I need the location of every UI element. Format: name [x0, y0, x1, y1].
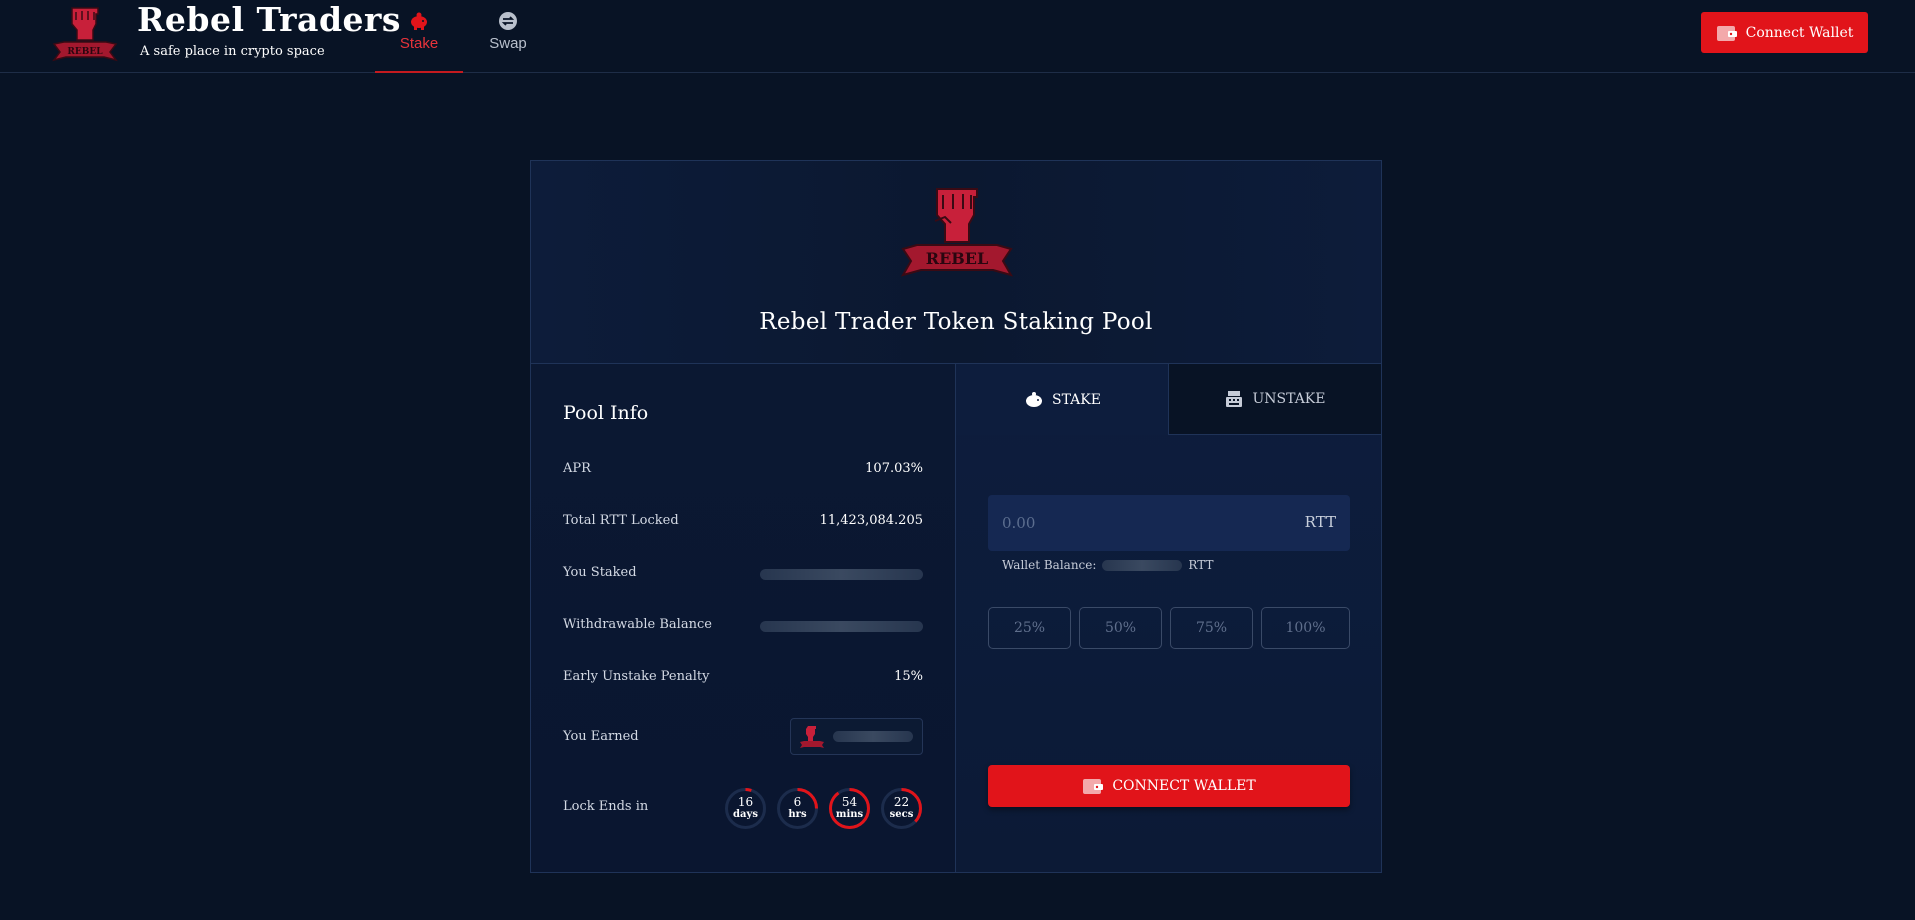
rebel-token-icon: [800, 726, 824, 748]
tab-stake-label: STAKE: [1052, 391, 1101, 408]
you-staked-label: You Staked: [563, 565, 637, 580]
total-locked-label: Total RTT Locked: [563, 513, 679, 528]
rebel-fist-logo-icon[interactable]: REBEL: [50, 2, 120, 66]
info-row-apr: APR 107.03%: [563, 457, 923, 481]
wallet-icon: [1083, 779, 1104, 794]
tab-unstake-label: UNSTAKE: [1252, 391, 1326, 407]
withdrawable-loading-placeholder: [760, 621, 923, 632]
nav-tab-stake[interactable]: Stake: [375, 0, 463, 73]
svg-text:REBEL: REBEL: [67, 47, 103, 57]
countdown-unit: hrs: [788, 809, 807, 820]
info-row-penalty: Early Unstake Penalty 15%: [563, 665, 923, 689]
wallet-balance-label: Wallet Balance:: [1002, 558, 1097, 572]
countdown-value: 54: [841, 795, 858, 809]
svg-text:REBEL: REBEL: [926, 249, 988, 268]
header-connect-wallet-label: Connect Wallet: [1745, 24, 1854, 41]
brand-title: Rebel Traders: [137, 0, 401, 39]
countdown-days: 16 days: [724, 787, 767, 830]
you-earned-loading-placeholder: [833, 731, 913, 742]
nav-tab-swap[interactable]: Swap: [464, 0, 552, 73]
cash-register-icon: [1226, 391, 1243, 407]
penalty-value: 15%: [894, 669, 923, 684]
countdown-hrs: 6 hrs: [776, 787, 819, 830]
top-header: REBEL Rebel Traders A safe place in cryp…: [0, 0, 1915, 73]
stake-amount-input[interactable]: [988, 495, 1288, 551]
amount-unit: RTT: [1304, 513, 1336, 531]
rebel-fist-logo-icon: REBEL: [900, 188, 1014, 277]
percent-100-button[interactable]: 100%: [1261, 607, 1350, 649]
countdown-unit: days: [733, 809, 758, 820]
tab-stake[interactable]: STAKE: [956, 364, 1169, 435]
percent-50-button[interactable]: 50%: [1079, 607, 1162, 649]
countdown-unit: mins: [835, 809, 864, 820]
countdown-secs: 22 secs: [880, 787, 923, 830]
connect-wallet-label: CONNECT WALLET: [1112, 778, 1256, 794]
info-row-lock-ends: Lock Ends in 16 days 6 hrs 54 mins 22 secs: [563, 788, 923, 829]
countdown-value: 16: [737, 795, 754, 809]
connect-wallet-button[interactable]: CONNECT WALLET: [988, 765, 1350, 807]
pool-info-title: Pool Info: [563, 402, 649, 424]
tab-unstake[interactable]: UNSTAKE: [1168, 364, 1381, 435]
countdown-unit: secs: [889, 809, 914, 820]
apr-value: 107.03%: [865, 461, 923, 476]
countdown-mins: 54 mins: [828, 787, 871, 830]
wallet-balance: Wallet Balance: RTT: [1002, 558, 1213, 572]
you-earned-label: You Earned: [563, 729, 639, 744]
brand-subtitle: A safe place in crypto space: [140, 44, 325, 59]
piggy-bank-icon: [411, 12, 427, 30]
countdown-value: 6: [793, 795, 802, 809]
pool-header: REBEL Rebel Trader Token Staking Pool: [531, 161, 1381, 364]
you-staked-loading-placeholder: [760, 569, 923, 580]
penalty-label: Early Unstake Penalty: [563, 669, 710, 684]
pool-title: Rebel Trader Token Staking Pool: [759, 309, 1153, 335]
piggy-bank-icon: [1026, 391, 1043, 407]
earned-box: [790, 718, 923, 755]
swap-icon: [499, 12, 517, 30]
withdrawable-label: Withdrawable Balance: [563, 617, 712, 632]
header-connect-wallet-button[interactable]: Connect Wallet: [1701, 12, 1868, 53]
lock-countdown: 16 days 6 hrs 54 mins 22 secs: [724, 787, 923, 830]
amount-input-wrapper: RTT: [988, 495, 1350, 551]
wallet-balance-unit: RTT: [1188, 558, 1214, 572]
info-row-you-earned: You Earned: [563, 718, 923, 755]
staking-pool-card: REBEL Rebel Trader Token Staking Pool Po…: [530, 160, 1382, 873]
apr-label: APR: [563, 461, 591, 476]
nav-tab-swap-label: Swap: [489, 35, 527, 52]
info-row-total-locked: Total RTT Locked 11,423,084.205: [563, 509, 923, 533]
percent-75-button[interactable]: 75%: [1170, 607, 1253, 649]
lock-ends-label: Lock Ends in: [563, 799, 649, 814]
wallet-icon: [1716, 25, 1737, 41]
info-row-withdrawable: Withdrawable Balance: [563, 613, 923, 637]
percent-25-button[interactable]: 25%: [988, 607, 1071, 649]
pool-info-panel: Pool Info APR 107.03% Total RTT Locked 1…: [531, 364, 956, 872]
total-locked-value: 11,423,084.205: [819, 513, 923, 528]
countdown-value: 22: [893, 795, 910, 809]
stake-panel: STAKE UNSTAKE RTT Wallet Balance: RTT 25%…: [956, 364, 1381, 872]
info-row-you-staked: You Staked: [563, 561, 923, 585]
wallet-balance-loading-placeholder: [1102, 560, 1183, 571]
nav-tab-stake-label: Stake: [399, 35, 439, 52]
